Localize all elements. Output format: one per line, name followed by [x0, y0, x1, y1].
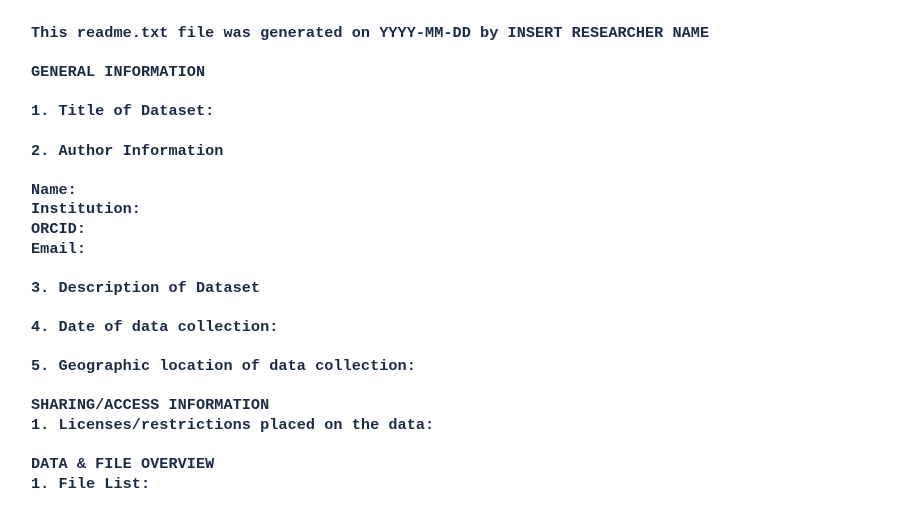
- generated-line: This readme.txt file was generated on YY…: [31, 24, 710, 42]
- collection-location-field: 5. Geographic location of data collectio…: [31, 357, 416, 376]
- collection-date-field: 4. Date of data collection:: [31, 317, 279, 336]
- file-list-field: 1. File List:: [31, 474, 151, 493]
- dataset-title-field: 1. Title of Dataset:: [31, 102, 215, 121]
- readme-document: This readme.txt file was generated on YY…: [31, 24, 709, 494]
- licenses-field: 1. Licenses/restrictions placed on the d…: [31, 415, 435, 434]
- author-information-heading: 2. Author Information: [31, 141, 224, 160]
- sharing-access-heading: SHARING/ACCESS INFORMATION: [31, 396, 270, 415]
- dataset-description-field: 3. Description of Dataset: [31, 278, 261, 297]
- author-institution-field: Institution:: [31, 200, 141, 219]
- data-file-overview-heading: DATA & FILE OVERVIEW: [31, 455, 215, 474]
- general-information-heading: GENERAL INFORMATION: [31, 63, 206, 82]
- author-email-field: Email:: [31, 239, 86, 258]
- author-orcid-field: ORCID:: [31, 219, 86, 238]
- author-name-field: Name:: [31, 180, 77, 199]
